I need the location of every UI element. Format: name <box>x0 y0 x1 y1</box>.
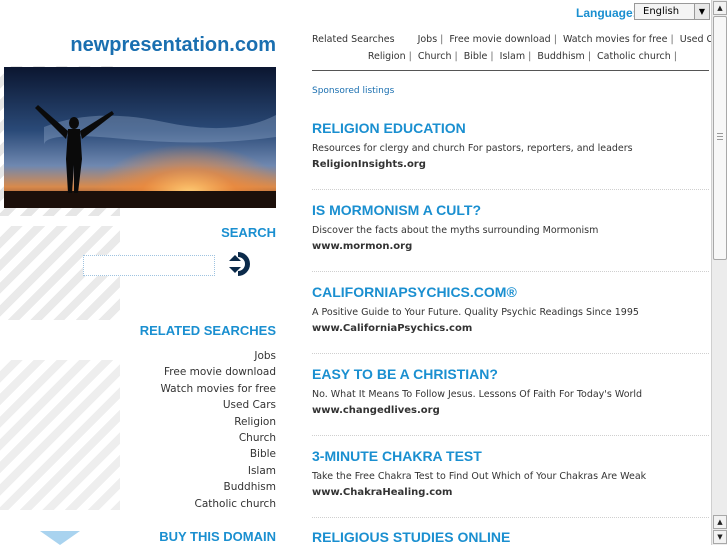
ad-description: No. What It Means To Follow Jesus. Lesso… <box>312 389 643 400</box>
hero-image <box>4 67 276 208</box>
ad-title[interactable]: EASY TO BE A CHRISTIAN? <box>312 364 710 384</box>
chevron-down-icon <box>40 531 80 545</box>
ad-listing: RELIGION EDUCATION Resources for clergy … <box>312 118 710 171</box>
ad-url[interactable]: www.CaliforniaPsychics.com <box>312 322 710 335</box>
language-select[interactable]: English ▼ <box>634 3 710 20</box>
related-searches-heading: RELATED SEARCHES <box>139 323 276 338</box>
top-link-islam[interactable]: Islam <box>500 51 525 62</box>
ad-title[interactable]: RELIGIOUS STUDIES ONLINE <box>312 527 710 547</box>
ad-listing: RELIGIOUS STUDIES ONLINE <box>312 527 710 547</box>
top-link-bible[interactable]: Bible <box>464 51 488 62</box>
top-related-label: Related Searches <box>312 34 395 45</box>
related-link-free-movie-download[interactable]: Free movie download <box>160 364 276 380</box>
ad-separator <box>312 435 709 436</box>
decorative-stripes <box>0 360 120 510</box>
ad-separator <box>312 517 709 518</box>
scroll-grip <box>717 136 723 137</box>
ad-url[interactable]: www.ChakraHealing.com <box>312 486 710 499</box>
vertical-scrollbar[interactable]: ▲ ▲ ▼ <box>711 0 727 545</box>
ad-title[interactable]: CALIFORNIAPSYCHICS.COM® <box>312 282 710 302</box>
ad-description: Discover the facts about the myths surro… <box>312 225 599 236</box>
ad-description: A Positive Guide to Your Future. Quality… <box>312 307 639 318</box>
ad-listing: 3-MINUTE CHAKRA TEST Take the Free Chakr… <box>312 446 710 499</box>
sunset-silhouette-image <box>4 67 276 208</box>
related-link-islam[interactable]: Islam <box>160 463 276 479</box>
scroll-grip <box>717 139 723 140</box>
related-link-used-cars[interactable]: Used Cars <box>160 397 276 413</box>
related-link-bible[interactable]: Bible <box>160 446 276 462</box>
top-link-watch-movies[interactable]: Watch movies for free <box>563 34 668 45</box>
related-link-jobs[interactable]: Jobs <box>160 348 276 364</box>
arrow-down-icon[interactable]: ▼ <box>713 530 727 544</box>
ad-title[interactable]: RELIGION EDUCATION <box>312 118 710 138</box>
top-related-links: Related Searches Jobs | Free movie downlo… <box>312 34 727 62</box>
related-searches-list: Jobs Free movie download Watch movies fo… <box>160 348 276 512</box>
search-button[interactable] <box>226 250 254 278</box>
chevron-down-icon[interactable]: ▼ <box>694 4 709 19</box>
top-link-jobs[interactable]: Jobs <box>418 34 438 45</box>
related-link-church[interactable]: Church <box>160 430 276 446</box>
arrow-right-circle-icon <box>228 252 252 276</box>
ad-url[interactable]: ReligionInsights.org <box>312 158 710 171</box>
top-link-buddhism[interactable]: Buddhism <box>537 51 584 62</box>
arrow-up-icon[interactable]: ▲ <box>713 515 727 529</box>
related-link-catholic-church[interactable]: Catholic church <box>160 496 276 512</box>
scrollbar-thumb[interactable] <box>713 16 727 260</box>
ad-url[interactable]: www.mormon.org <box>312 240 710 253</box>
ad-listing: CALIFORNIAPSYCHICS.COM® A Positive Guide… <box>312 282 710 335</box>
top-link-religion[interactable]: Religion <box>368 51 406 62</box>
top-link-catholic-church[interactable]: Catholic church <box>597 51 671 62</box>
related-link-watch-movies[interactable]: Watch movies for free <box>160 381 276 397</box>
search-heading: SEARCH <box>221 225 276 240</box>
left-column: newpresentation.com SEARCH RELATED SEARC… <box>0 0 286 545</box>
ad-title[interactable]: 3-MINUTE CHAKRA TEST <box>312 446 710 466</box>
ad-separator <box>312 189 709 190</box>
ad-listing: IS MORMONISM A CULT? Discover the facts … <box>312 200 710 253</box>
scroll-grip <box>717 133 723 134</box>
ad-separator <box>312 353 709 354</box>
language-label: Language: <box>576 6 637 20</box>
header-divider <box>312 70 709 71</box>
ad-listing: EASY TO BE A CHRISTIAN? No. What It Mean… <box>312 364 710 417</box>
right-column: Language: English ▼ Related Searches Job… <box>312 0 727 547</box>
top-link-church[interactable]: Church <box>418 51 452 62</box>
ad-url[interactable]: www.changedlives.org <box>312 404 710 417</box>
ad-separator <box>312 271 709 272</box>
ad-description: Take the Free Chakra Test to Find Out Wh… <box>312 471 647 482</box>
related-link-buddhism[interactable]: Buddhism <box>160 479 276 495</box>
ad-title[interactable]: IS MORMONISM A CULT? <box>312 200 710 220</box>
top-link-free-movie-download[interactable]: Free movie download <box>449 34 550 45</box>
arrow-up-icon[interactable]: ▲ <box>713 1 727 15</box>
ad-description: Resources for clergy and church For past… <box>312 143 633 154</box>
sponsored-label: Sponsored listings <box>312 86 395 96</box>
language-selected-value: English <box>643 6 680 17</box>
related-link-religion[interactable]: Religion <box>160 414 276 430</box>
site-title: newpresentation.com <box>70 34 276 56</box>
search-input[interactable] <box>83 255 215 276</box>
